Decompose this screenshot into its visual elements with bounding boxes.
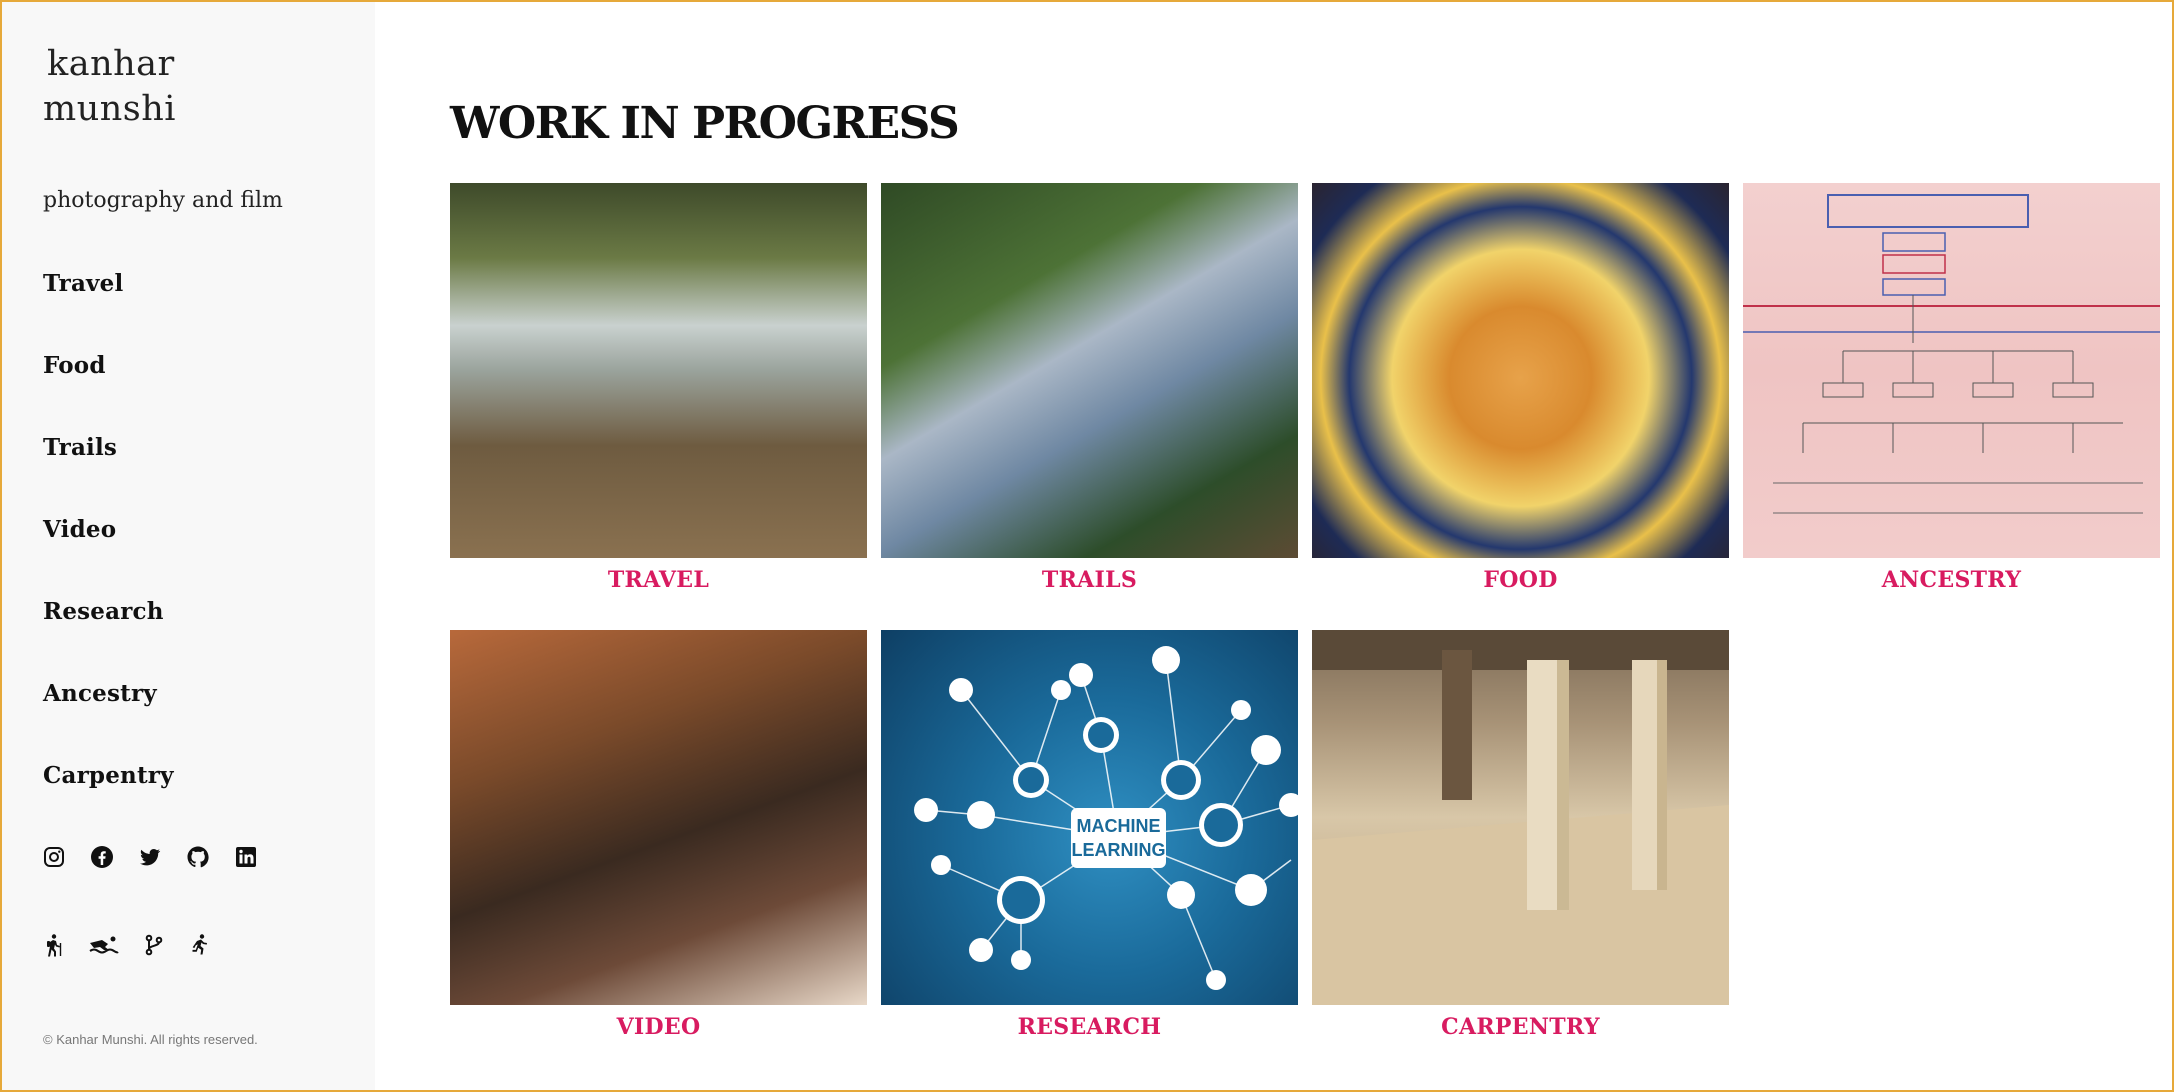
- nav-item-carpentry[interactable]: Carpentry: [43, 760, 174, 842]
- page-title: WORK IN PROGRESS: [450, 98, 960, 149]
- copyright-text: © Kanhar Munshi. All rights reserved.: [43, 1032, 258, 1047]
- carpentry-thumbnail[interactable]: [1312, 630, 1729, 1005]
- social-links: [42, 845, 258, 869]
- nav-item-food[interactable]: Food: [43, 350, 174, 432]
- gallery-tile-research[interactable]: MACHINE LEARNING RESEARCH: [881, 630, 1298, 1040]
- linkedin-icon[interactable]: [234, 845, 258, 869]
- github-icon[interactable]: [186, 845, 210, 869]
- site-title-line1: kanhar: [47, 44, 175, 84]
- video-link[interactable]: VIDEO: [450, 1014, 867, 1040]
- gallery-tile-food[interactable]: FOOD: [1312, 183, 1729, 593]
- ancestry-link[interactable]: ANCESTRY: [1743, 567, 2160, 593]
- food-link[interactable]: FOOD: [1312, 567, 1729, 593]
- trails-thumbnail[interactable]: [881, 183, 1298, 558]
- site-title-line2: munshi: [43, 89, 176, 129]
- site-tagline: photography and film: [43, 188, 283, 213]
- activity-links: [42, 933, 212, 957]
- gallery-tile-ancestry[interactable]: ANCESTRY: [1743, 183, 2160, 593]
- travel-link[interactable]: TRAVEL: [450, 567, 867, 593]
- travel-thumbnail[interactable]: [450, 183, 867, 558]
- trails-link[interactable]: TRAILS: [881, 567, 1298, 593]
- main-nav: Travel Food Trails Video Research Ancest…: [43, 268, 174, 842]
- gallery-tile-carpentry[interactable]: CARPENTRY: [1312, 630, 1729, 1040]
- gallery-tile-video[interactable]: VIDEO: [450, 630, 867, 1040]
- carpentry-link[interactable]: CARPENTRY: [1312, 1014, 1729, 1040]
- video-thumbnail[interactable]: [450, 630, 867, 1005]
- ancestry-thumbnail[interactable]: [1743, 183, 2160, 558]
- nav-item-travel[interactable]: Travel: [43, 268, 174, 350]
- nav-item-research[interactable]: Research: [43, 596, 174, 678]
- instagram-icon[interactable]: [42, 845, 66, 869]
- workbench-sketch: [1312, 630, 1729, 1005]
- nav-item-trails[interactable]: Trails: [43, 432, 174, 514]
- running-icon[interactable]: [188, 933, 212, 957]
- twitter-icon[interactable]: [138, 845, 162, 869]
- research-link[interactable]: RESEARCH: [881, 1014, 1298, 1040]
- sidebar: kanhar munshi photography and film Trave…: [2, 2, 375, 1090]
- git-branch-icon[interactable]: [142, 933, 166, 957]
- site-title-link[interactable]: kanhar munshi: [43, 42, 176, 132]
- hiking-icon[interactable]: [42, 933, 66, 957]
- family-tree-sketch: [1743, 194, 2160, 514]
- machine-learning-badge: MACHINE LEARNING: [1071, 808, 1166, 868]
- facebook-icon[interactable]: [90, 845, 114, 869]
- gallery-tile-travel[interactable]: TRAVEL: [450, 183, 867, 593]
- gallery-tile-trails[interactable]: TRAILS: [881, 183, 1298, 593]
- swimming-icon[interactable]: [88, 933, 120, 957]
- food-thumbnail[interactable]: [1312, 183, 1729, 558]
- nav-item-ancestry[interactable]: Ancestry: [43, 678, 174, 760]
- research-thumbnail[interactable]: MACHINE LEARNING: [881, 630, 1298, 1005]
- nav-item-video[interactable]: Video: [43, 514, 174, 596]
